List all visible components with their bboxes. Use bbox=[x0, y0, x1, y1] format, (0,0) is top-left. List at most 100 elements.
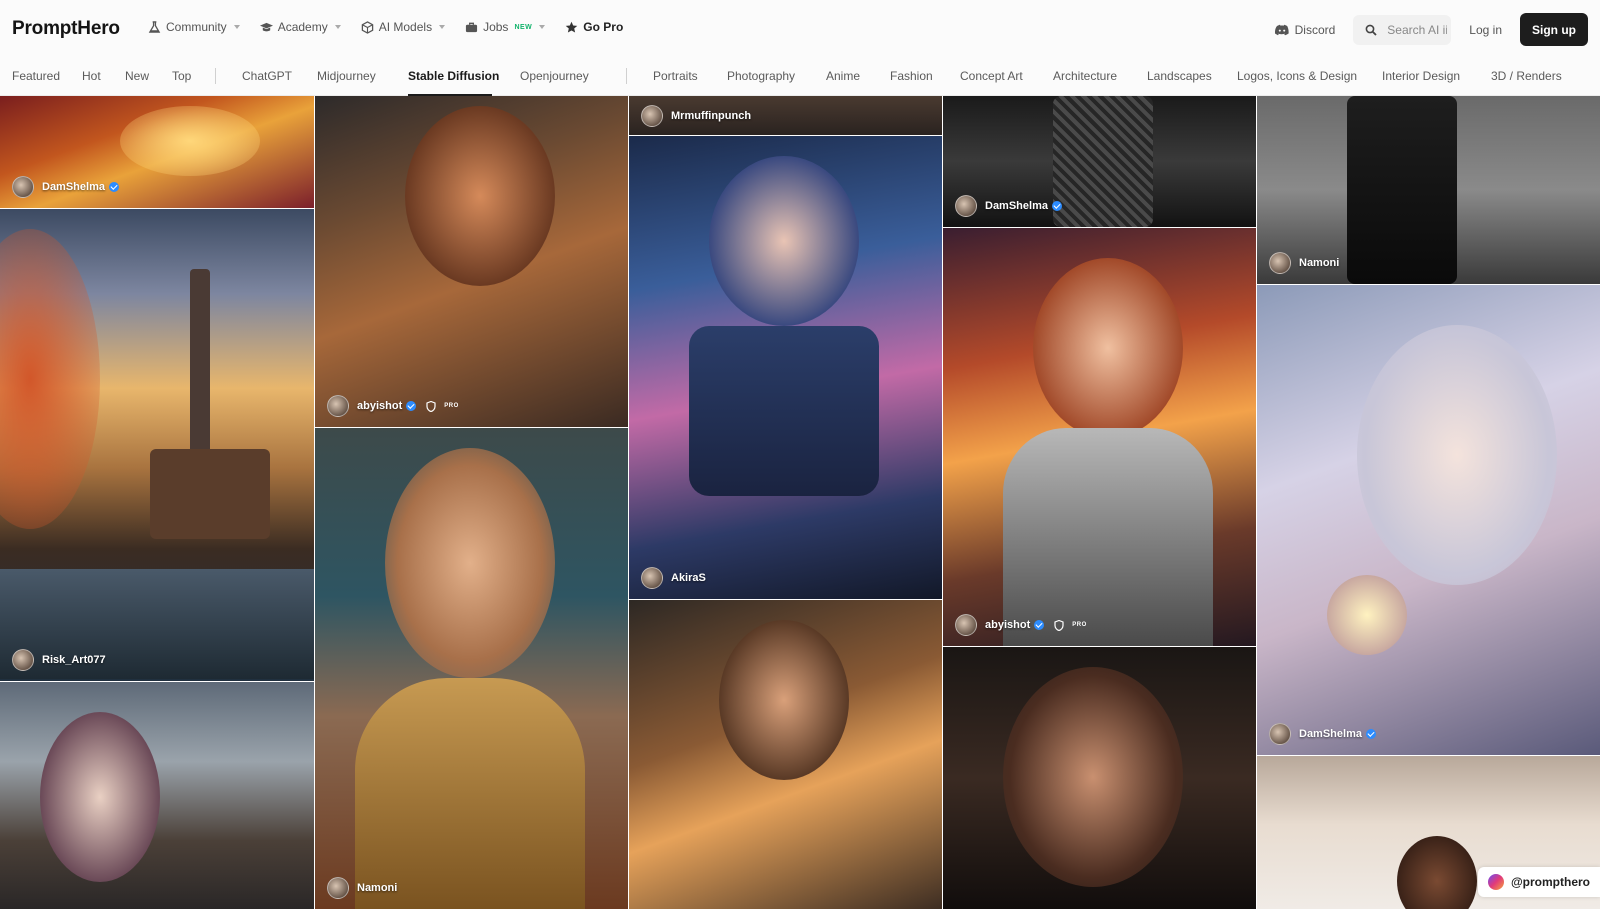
tab-concept-art[interactable]: Concept Art bbox=[960, 69, 1023, 83]
login-link[interactable]: Log in bbox=[1469, 23, 1502, 37]
avatar[interactable] bbox=[12, 649, 34, 671]
card-credit: Namoni bbox=[1269, 252, 1339, 274]
card-credit: DamShelma bbox=[1269, 723, 1376, 745]
social-handle-badge[interactable]: @prompthero bbox=[1477, 867, 1600, 897]
tab-new[interactable]: New bbox=[125, 69, 149, 83]
nav-jobs-label: Jobs bbox=[483, 20, 509, 34]
nav-ai-models-label: AI Models bbox=[378, 20, 433, 34]
nav-divider bbox=[215, 68, 216, 84]
image-card[interactable]: abyishot PRO bbox=[943, 228, 1256, 646]
verified-badge-icon bbox=[1051, 201, 1062, 211]
avatar[interactable] bbox=[327, 395, 349, 417]
card-credit: Risk_Art077 bbox=[12, 649, 106, 671]
brand-logo[interactable]: PromptHero bbox=[12, 18, 120, 40]
avatar[interactable] bbox=[12, 176, 34, 198]
card-credit: abyishot PRO bbox=[327, 395, 459, 417]
discord-link[interactable]: Discord bbox=[1274, 23, 1335, 37]
tab-chatgpt[interactable]: ChatGPT bbox=[242, 69, 292, 83]
new-badge: NEW bbox=[514, 23, 533, 31]
nav-go-pro[interactable]: Go Pro bbox=[565, 20, 623, 34]
avatar[interactable] bbox=[955, 195, 977, 217]
nav-go-pro-label: Go Pro bbox=[583, 20, 624, 34]
verified-badge-icon bbox=[108, 182, 119, 192]
nav-community-label: Community bbox=[166, 20, 227, 34]
tab-landscapes[interactable]: Landscapes bbox=[1147, 69, 1212, 83]
image-card[interactable]: DamShelma bbox=[1257, 285, 1600, 755]
avatar[interactable] bbox=[1269, 723, 1291, 745]
card-credit: Mrmuffinpunch bbox=[641, 105, 751, 127]
username[interactable]: abyishot bbox=[357, 400, 402, 412]
verified-badge-icon bbox=[406, 401, 417, 411]
nav-academy-label: Academy bbox=[277, 20, 328, 34]
tab-interior-design[interactable]: Interior Design bbox=[1382, 69, 1460, 83]
image-card[interactable] bbox=[943, 647, 1256, 909]
username[interactable]: Mrmuffinpunch bbox=[671, 110, 751, 122]
avatar[interactable] bbox=[641, 105, 663, 127]
username[interactable]: AkiraS bbox=[671, 572, 706, 584]
tab-photography[interactable]: Photography bbox=[727, 69, 795, 83]
card-credit: Namoni bbox=[327, 877, 397, 899]
username[interactable]: DamShelma bbox=[42, 181, 105, 193]
tab-midjourney[interactable]: Midjourney bbox=[317, 69, 376, 83]
image-card[interactable]: Namoni bbox=[1257, 96, 1600, 284]
image-card[interactable] bbox=[629, 600, 942, 909]
username[interactable]: Namoni bbox=[357, 882, 397, 894]
card-credit: DamShelma bbox=[12, 176, 119, 198]
username[interactable]: abyishot bbox=[985, 619, 1030, 631]
tab-openjourney[interactable]: Openjourney bbox=[520, 69, 589, 83]
image-card[interactable] bbox=[0, 682, 314, 909]
username[interactable]: DamShelma bbox=[1299, 728, 1362, 740]
avatar[interactable] bbox=[955, 614, 977, 636]
category-nav: Featured Hot New Top ChatGPT Midjourney … bbox=[0, 60, 1600, 96]
discord-icon bbox=[1274, 24, 1289, 35]
tab-portraits[interactable]: Portraits bbox=[653, 69, 698, 83]
image-card[interactable]: DamShelma bbox=[0, 96, 314, 208]
card-credit: DamShelma bbox=[955, 195, 1062, 217]
pro-badge: PRO bbox=[1072, 622, 1087, 628]
username[interactable]: Namoni bbox=[1299, 257, 1339, 269]
top-header: PromptHero Community Academy AI Models J… bbox=[0, 0, 1600, 60]
verified-badge-icon bbox=[1034, 620, 1045, 630]
chevron-down-icon bbox=[439, 25, 446, 29]
briefcase-icon bbox=[466, 22, 478, 32]
image-card[interactable]: abyishot PRO bbox=[315, 96, 628, 427]
username[interactable]: Risk_Art077 bbox=[42, 654, 106, 666]
nav-jobs[interactable]: Jobs NEW bbox=[465, 20, 546, 34]
tab-logos-icons-design[interactable]: Logos, Icons & Design bbox=[1237, 69, 1357, 83]
nav-community[interactable]: Community bbox=[148, 20, 240, 34]
chevron-down-icon bbox=[539, 25, 546, 29]
image-card[interactable]: Namoni bbox=[315, 428, 628, 909]
image-card[interactable]: Risk_Art077 bbox=[0, 209, 314, 681]
shield-icon bbox=[1054, 619, 1064, 631]
image-card[interactable]: AkiraS bbox=[629, 136, 942, 599]
image-card[interactable]: Mrmuffinpunch bbox=[629, 96, 942, 135]
card-credit: abyishot PRO bbox=[955, 614, 1087, 636]
tab-stable-diffusion[interactable]: Stable Diffusion bbox=[408, 69, 499, 83]
verified-badge-icon bbox=[1365, 729, 1376, 739]
tab-hot[interactable]: Hot bbox=[82, 69, 101, 83]
nav-divider bbox=[626, 68, 627, 84]
avatar[interactable] bbox=[327, 877, 349, 899]
tab-top[interactable]: Top bbox=[172, 69, 191, 83]
social-handle: @prompthero bbox=[1510, 875, 1590, 889]
image-card[interactable]: DamShelma bbox=[943, 96, 1256, 227]
instagram-icon bbox=[1487, 874, 1504, 890]
tab-anime[interactable]: Anime bbox=[826, 69, 860, 83]
tab-architecture[interactable]: Architecture bbox=[1053, 69, 1117, 83]
card-credit: AkiraS bbox=[641, 567, 706, 589]
avatar[interactable] bbox=[641, 567, 663, 589]
username[interactable]: DamShelma bbox=[985, 200, 1048, 212]
pro-badge: PRO bbox=[444, 403, 459, 409]
search-box[interactable] bbox=[1353, 14, 1452, 45]
tab-featured[interactable]: Featured bbox=[12, 69, 60, 83]
nav-ai-models[interactable]: AI Models bbox=[361, 20, 446, 34]
nav-academy[interactable]: Academy bbox=[259, 20, 341, 34]
signup-button[interactable]: Sign up bbox=[1520, 13, 1588, 46]
search-input[interactable] bbox=[1387, 22, 1448, 37]
star-icon bbox=[566, 21, 578, 33]
search-icon bbox=[1365, 24, 1377, 36]
tab-fashion[interactable]: Fashion bbox=[890, 69, 933, 83]
avatar[interactable] bbox=[1269, 252, 1291, 274]
main-nav: Community Academy AI Models Jobs NEW Go … bbox=[148, 20, 623, 34]
tab-3d-renders[interactable]: 3D / Renders bbox=[1491, 69, 1562, 83]
